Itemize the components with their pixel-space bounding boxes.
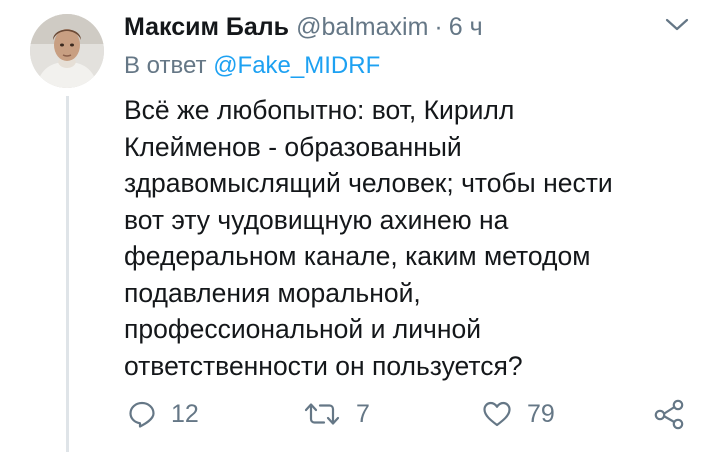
- author-name[interactable]: Максим Баль: [124, 13, 289, 42]
- avatar-image: [30, 14, 104, 88]
- like-count: 79: [527, 399, 555, 428]
- reply-prefix: В ответ: [124, 52, 207, 79]
- reply-count: 12: [171, 399, 199, 428]
- retweet-button[interactable]: 7: [302, 392, 370, 436]
- share-icon: [654, 399, 684, 430]
- tweet-text-line: Клейменов - образованный: [124, 131, 462, 162]
- reply-mention-link[interactable]: @Fake_MIDRF: [213, 52, 380, 79]
- tweet[interactable]: Максим Баль @balmaxim · 6 ч В ответ @Fak…: [0, 0, 712, 463]
- avatar[interactable]: [30, 14, 104, 88]
- heart-icon: [483, 401, 511, 427]
- tweet-text-line: подавления моральной,: [124, 277, 421, 308]
- tweet-text-line: вот эту чудовищную ахинею на: [124, 204, 509, 235]
- tweet-text-line: профессиональной и личной: [124, 314, 481, 344]
- tweet-text-line: ответственности он пользуется?: [124, 350, 523, 381]
- tweet-text: Всё же любопытно: вот, Кирилл Клейменов …: [124, 92, 684, 384]
- tweet-header: Максим Баль @balmaxim · 6 ч: [124, 13, 483, 47]
- tweet-text-line: здравомыслящий человек; чтобы нести: [124, 168, 613, 198]
- header-separator: ·: [434, 13, 443, 41]
- share-button[interactable]: [652, 392, 686, 436]
- more-options-chevron-icon[interactable]: [664, 16, 690, 34]
- author-handle[interactable]: @balmaxim: [296, 13, 428, 42]
- retweet-count: 7: [356, 399, 370, 428]
- retweet-icon: [304, 403, 340, 425]
- tweet-text-line: федеральном канале, каким методом: [124, 241, 591, 271]
- reply-context: В ответ @Fake_MIDRF: [124, 52, 380, 80]
- reply-icon: [129, 401, 155, 428]
- timestamp[interactable]: 6 ч: [449, 13, 483, 42]
- reply-button[interactable]: 12: [127, 392, 199, 436]
- tweet-text-line: Всё же любопытно: вот, Кирилл: [124, 95, 515, 125]
- action-bar: 12 7 79: [0, 392, 712, 436]
- like-button[interactable]: 79: [481, 392, 555, 436]
